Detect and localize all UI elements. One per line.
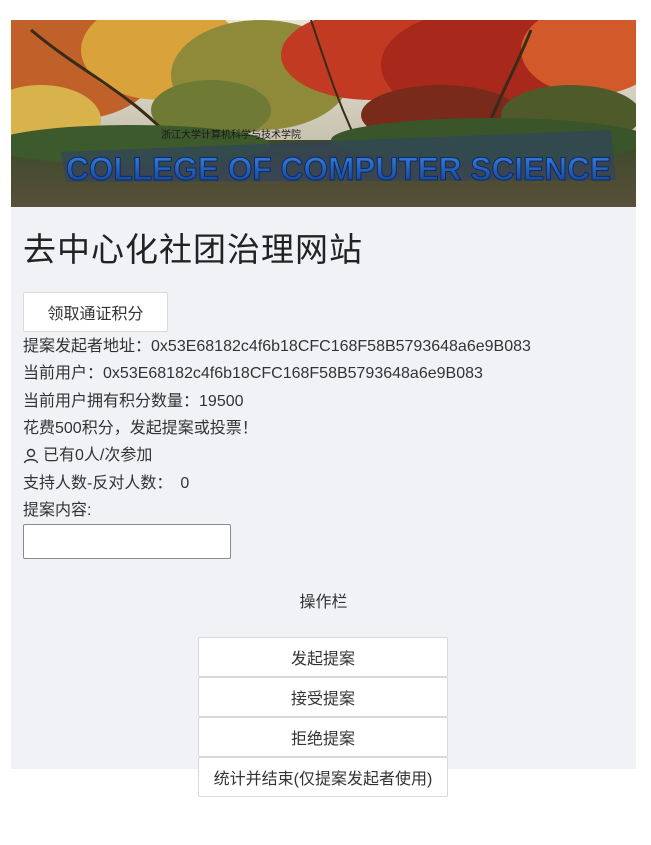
points-value: 19500 <box>199 393 244 410</box>
vote-diff-value: 0 <box>180 475 190 492</box>
main-panel: 浙江大学计算机科学与技术学院 COLLEGE OF COMPUTER SCIEN… <box>11 20 636 769</box>
operations-title: 操作栏 <box>299 594 348 611</box>
banner-image: 浙江大学计算机科学与技术学院 COLLEGE OF COMPUTER SCIEN… <box>11 20 636 207</box>
points-label: 当前用户拥有积分数量： <box>23 393 200 410</box>
finalize-proposal-button[interactable]: 统计并结束(仅提案发起者使用) <box>198 757 448 797</box>
points-line: 当前用户拥有积分数量：19500 <box>23 391 244 413</box>
current-user-value: 0x53E68182c4f6b18CFC168F58B5793648a6e9B0… <box>103 365 483 382</box>
sign-text: COLLEGE OF COMPUTER SCIENCE <box>66 151 611 187</box>
proposer-address-label: 提案发起者地址： <box>23 338 152 355</box>
page-title: 去中心化社团治理网站 <box>23 231 363 268</box>
content-label: 提案内容: <box>23 502 92 519</box>
participants-count: 已有0人/次参加 <box>43 447 153 464</box>
current-user-line: 当前用户：0x53E68182c4f6b18CFC168F58B5793648a… <box>23 363 483 385</box>
vote-diff-line: 支持人数-反对人数： 0 <box>23 473 189 495</box>
current-user-label: 当前用户： <box>23 365 104 382</box>
proposer-address-line: 提案发起者地址：0x53E68182c4f6b18CFC168F58B57936… <box>23 336 531 358</box>
participants-line: 已有0人/次参加 <box>23 445 152 467</box>
proposal-content-input[interactable] <box>23 524 231 559</box>
accept-proposal-button[interactable]: 接受提案 <box>198 677 448 717</box>
user-icon <box>23 448 39 464</box>
start-proposal-button[interactable]: 发起提案 <box>198 637 448 677</box>
reject-proposal-button[interactable]: 拒绝提案 <box>198 717 448 757</box>
vote-diff-label: 支持人数-反对人数： <box>23 475 173 492</box>
sign-subtitle: 浙江大学计算机科学与技术学院 <box>161 128 301 141</box>
claim-points-button[interactable]: 领取通证积分 <box>23 292 168 332</box>
cost-note: 花费500积分，发起提案或投票！ <box>23 420 258 437</box>
proposer-address-value: 0x53E68182c4f6b18CFC168F58B5793648a6e9B0… <box>151 338 531 355</box>
